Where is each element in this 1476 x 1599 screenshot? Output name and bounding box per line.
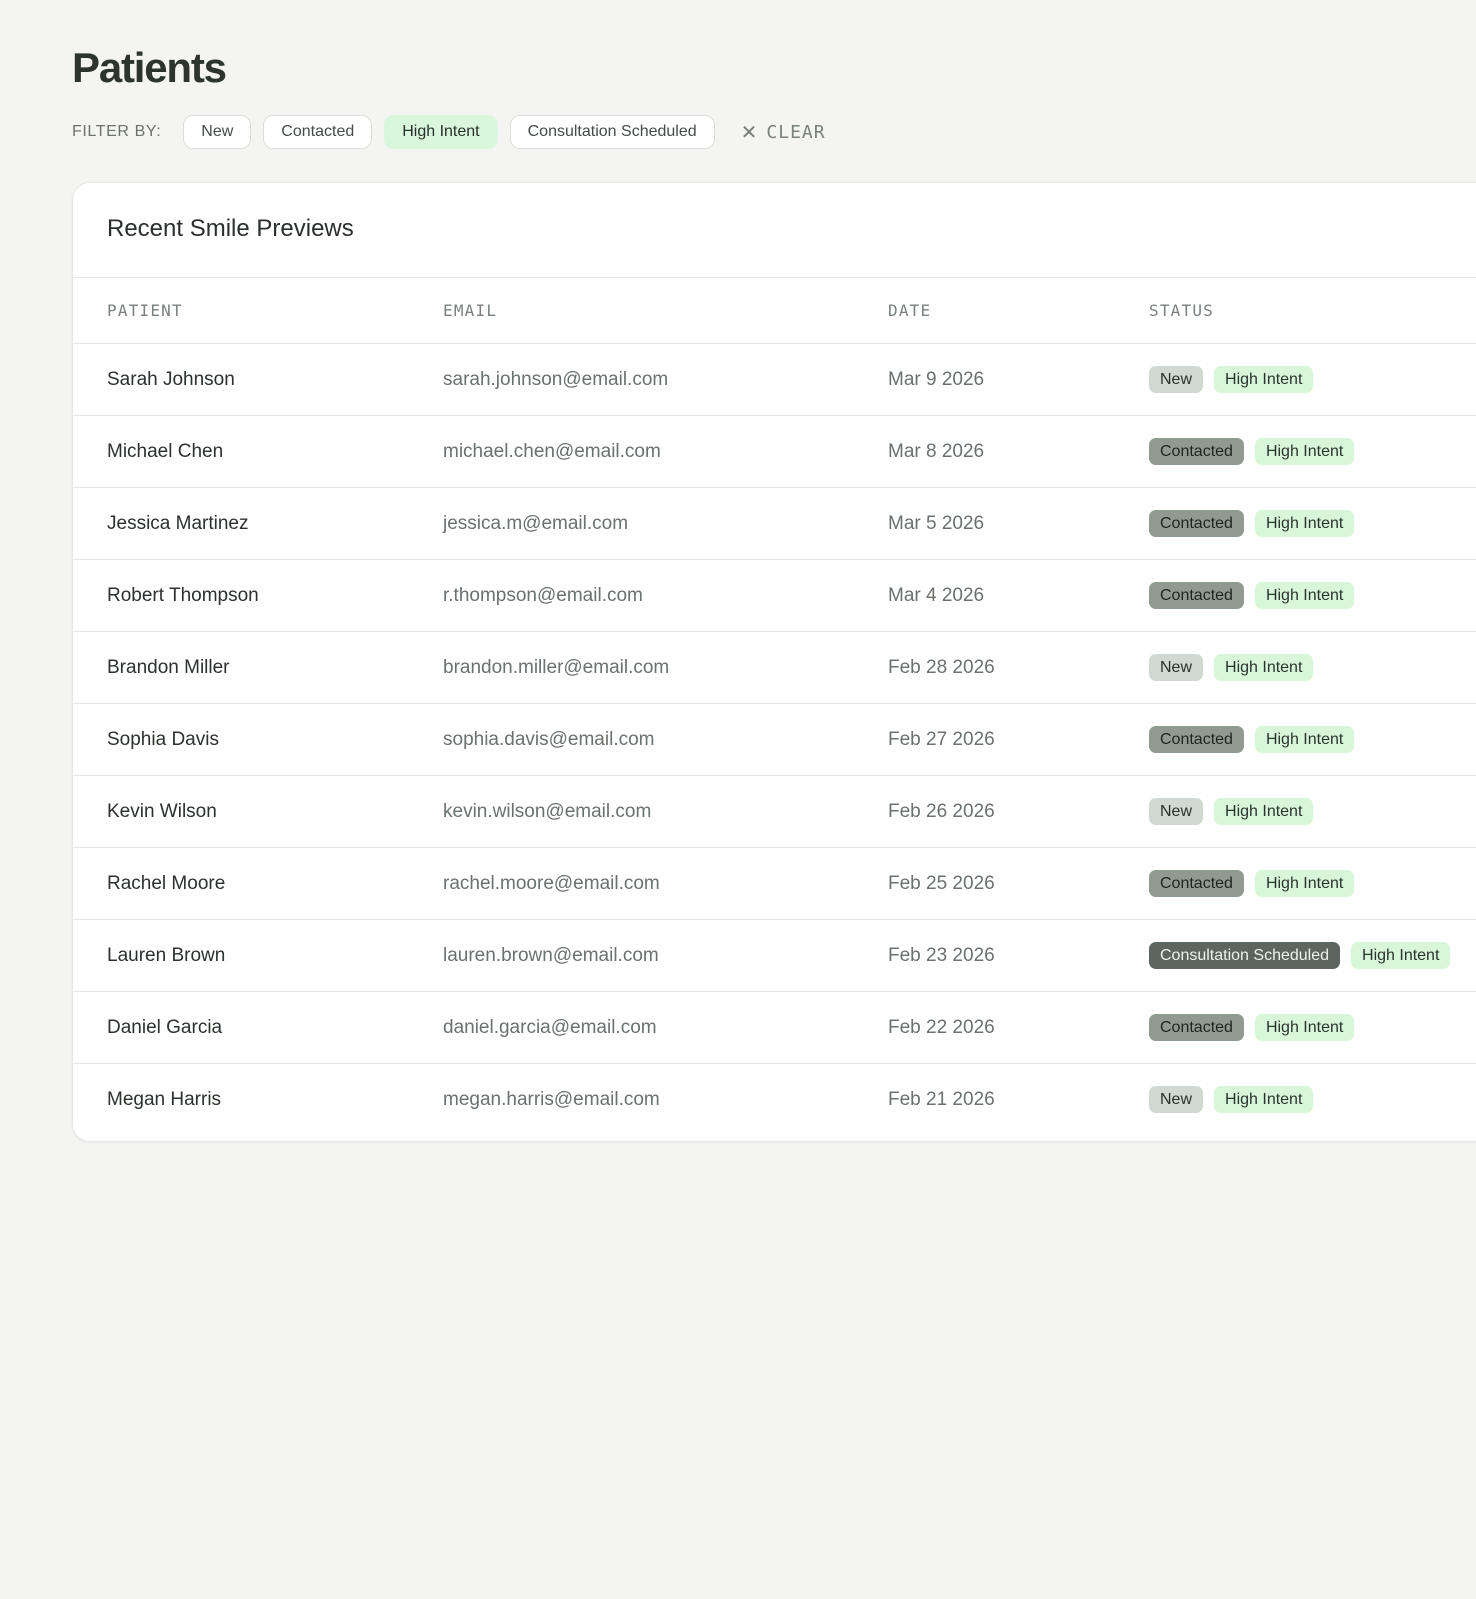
status-badge: Contacted xyxy=(1149,438,1244,465)
filter-chip-consultation-scheduled[interactable]: Consultation Scheduled xyxy=(509,115,715,149)
status-cell: New High Intent xyxy=(1149,1064,1324,1135)
status-badge: Contacted xyxy=(1149,870,1244,897)
patient-name: Rachel Moore xyxy=(107,873,226,894)
patients-table: PATIENT EMAIL DATE STATUS Sarah Johnson s… xyxy=(73,278,1476,1135)
status-badge: Contacted xyxy=(1149,582,1244,609)
preview-date: Feb 27 2026 xyxy=(888,729,995,750)
patient-email: megan.harris@email.com xyxy=(443,1089,660,1110)
patient-name: Kevin Wilson xyxy=(107,801,217,822)
table-row[interactable]: Daniel Garcia daniel.garcia@email.com Feb … xyxy=(73,992,1476,1064)
table-row[interactable]: Robert Thompson r.thompson@email.com Mar 4… xyxy=(73,560,1476,632)
status-badge: New xyxy=(1149,1086,1204,1113)
preview-date: Feb 28 2026 xyxy=(888,657,995,678)
intent-badge: High Intent xyxy=(1214,1086,1314,1113)
clear-filters-button[interactable]: ✕ CLEAR xyxy=(741,120,826,144)
preview-date: Feb 22 2026 xyxy=(888,1017,995,1038)
preview-date: Mar 4 2026 xyxy=(888,585,985,606)
patient-name: Lauren Brown xyxy=(107,945,226,966)
page-title: Patients xyxy=(72,44,227,91)
intent-badge: High Intent xyxy=(1254,726,1355,753)
patient-email: r.thompson@email.com xyxy=(443,585,643,606)
preview-date: Feb 23 2026 xyxy=(888,945,995,966)
patient-email: sophia.davis@email.com xyxy=(443,729,655,750)
patient-name: Megan Harris xyxy=(107,1089,222,1110)
close-icon: ✕ xyxy=(740,120,759,144)
filter-label: FILTER BY: xyxy=(72,123,162,140)
filter-chip-contacted[interactable]: Contacted xyxy=(263,115,373,149)
intent-badge: High Intent xyxy=(1254,1014,1355,1041)
table-row[interactable]: Brandon Miller brandon.miller@email.com Fe… xyxy=(73,632,1476,704)
patient-name: Sophia Davis xyxy=(107,729,219,750)
status-cell: New High Intent xyxy=(1149,632,1324,703)
patient-name: Brandon Miller xyxy=(107,657,230,678)
table-row[interactable]: Megan Harris megan.harris@email.com Feb 21… xyxy=(73,1064,1476,1135)
column-header-status[interactable]: STATUS xyxy=(1149,278,1214,343)
recent-previews-card: Recent Smile Previews PATIENT EMAIL DATE… xyxy=(72,182,1476,1142)
status-badge: Contacted xyxy=(1149,1014,1244,1041)
table-header: PATIENT EMAIL DATE STATUS xyxy=(73,278,1476,344)
status-cell: New High Intent xyxy=(1149,776,1324,847)
patient-email: brandon.miller@email.com xyxy=(443,657,670,678)
status-badge: New xyxy=(1149,366,1204,393)
intent-badge: High Intent xyxy=(1254,870,1355,897)
status-badge: Contacted xyxy=(1149,510,1244,537)
patient-name: Daniel Garcia xyxy=(107,1017,223,1038)
card-title: Recent Smile Previews xyxy=(107,215,354,242)
status-cell: Contacted High Intent xyxy=(1149,992,1365,1063)
status-badge: Contacted xyxy=(1149,726,1244,753)
column-header-date[interactable]: DATE xyxy=(888,278,931,343)
table-row[interactable]: Michael Chen michael.chen@email.com Mar 8 … xyxy=(73,416,1476,488)
patient-email: daniel.garcia@email.com xyxy=(443,1017,657,1038)
patient-email: kevin.wilson@email.com xyxy=(443,801,652,822)
preview-date: Mar 9 2026 xyxy=(888,369,985,390)
status-cell: Contacted High Intent xyxy=(1149,560,1365,631)
status-badge: New xyxy=(1149,798,1204,825)
status-badge: Consultation Scheduled xyxy=(1149,942,1341,969)
status-cell: Contacted High Intent xyxy=(1149,416,1365,487)
table-row[interactable]: Kevin Wilson kevin.wilson@email.com Feb 26… xyxy=(73,776,1476,848)
filter-bar: FILTER BY: New Contacted High Intent Con… xyxy=(72,114,826,150)
patient-email: jessica.m@email.com xyxy=(443,513,629,534)
preview-date: Mar 8 2026 xyxy=(888,441,985,462)
patient-name: Robert Thompson xyxy=(107,585,259,606)
intent-badge: High Intent xyxy=(1254,582,1355,609)
patient-email: sarah.johnson@email.com xyxy=(443,369,669,390)
status-cell: New High Intent xyxy=(1149,344,1324,415)
intent-badge: High Intent xyxy=(1214,654,1314,681)
clear-label: CLEAR xyxy=(766,121,826,143)
column-header-patient[interactable]: PATIENT xyxy=(107,278,183,343)
table-row[interactable]: Lauren Brown lauren.brown@email.com Feb 23… xyxy=(73,920,1476,992)
filter-chip-new[interactable]: New xyxy=(183,115,252,149)
intent-badge: High Intent xyxy=(1214,366,1314,393)
intent-badge: High Intent xyxy=(1214,798,1314,825)
table-row[interactable]: Sophia Davis sophia.davis@email.com Feb 27… xyxy=(73,704,1476,776)
status-cell: Contacted High Intent xyxy=(1149,488,1365,559)
table-row[interactable]: Rachel Moore rachel.moore@email.com Feb 25… xyxy=(73,848,1476,920)
patient-email: michael.chen@email.com xyxy=(443,441,661,462)
filter-chip-high-intent[interactable]: High Intent xyxy=(384,115,498,149)
column-header-email[interactable]: EMAIL xyxy=(443,278,497,343)
patient-name: Michael Chen xyxy=(107,441,224,462)
table-row[interactable]: Sarah Johnson sarah.johnson@email.com Mar … xyxy=(73,344,1476,416)
intent-badge: High Intent xyxy=(1351,942,1451,969)
preview-date: Mar 5 2026 xyxy=(888,513,985,534)
status-badge: New xyxy=(1149,654,1204,681)
preview-date: Feb 25 2026 xyxy=(888,873,995,894)
patient-email: rachel.moore@email.com xyxy=(443,873,660,894)
patient-name: Sarah Johnson xyxy=(107,369,235,390)
status-cell: Consultation Scheduled High Intent xyxy=(1149,920,1461,991)
patient-name: Jessica Martinez xyxy=(107,513,249,534)
preview-date: Feb 21 2026 xyxy=(888,1089,995,1110)
preview-date: Feb 26 2026 xyxy=(888,801,995,822)
status-cell: Contacted High Intent xyxy=(1149,848,1365,919)
intent-badge: High Intent xyxy=(1254,510,1355,537)
patient-email: lauren.brown@email.com xyxy=(443,945,659,966)
status-cell: Contacted High Intent xyxy=(1149,704,1365,775)
table-body: Sarah Johnson sarah.johnson@email.com Mar … xyxy=(73,344,1476,1135)
intent-badge: High Intent xyxy=(1254,438,1355,465)
table-row[interactable]: Jessica Martinez jessica.m@email.com Mar 5… xyxy=(73,488,1476,560)
